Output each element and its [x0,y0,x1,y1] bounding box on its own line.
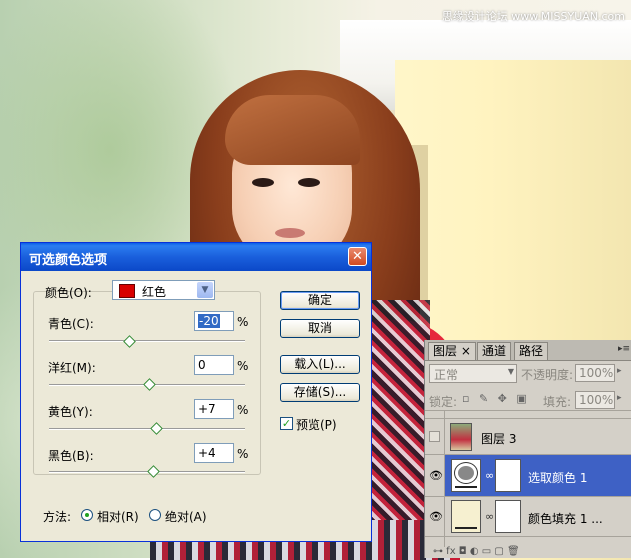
eye-icon[interactable]: 👁 [429,510,443,523]
cyan-label: 青色(C): [48,317,94,331]
magenta-field[interactable]: 0 [194,355,234,375]
close-icon[interactable]: ✕ [348,247,367,266]
layer-row-selected[interactable]: 👁 ∞ 选取颜色 1 [425,454,631,496]
black-label: 黑色(B): [48,449,94,463]
selective-color-icon [455,463,477,483]
eye-icon[interactable]: 👁 [429,469,443,482]
dialog-title: 可选颜色选项 [29,253,108,268]
layer-name: 图层 3 [481,432,517,446]
selective-color-dialog: 可选颜色选项 ✕ 颜色(O): 红色 ▼ 青色(C): -20 % 洋红(M):… [20,242,372,542]
black-percent: % [237,447,249,461]
yellow-value: +7 [198,402,216,416]
layer-visibility[interactable]: 👁 [425,455,445,496]
tab-channels[interactable]: 通道 [477,342,512,360]
chevron-down-icon: ▼ [197,282,213,298]
black-value: +4 [198,446,216,460]
tab-close-icon[interactable]: × [461,344,471,358]
cyan-field[interactable]: -20 [194,311,234,331]
yellow-slider-track[interactable] [49,428,245,430]
panel-toolbar-icons[interactable]: ⊶ fx ◘ ◐ ▭ ▢ 🗑 [433,546,520,557]
fill-field[interactable]: 100% [575,391,615,409]
layer-visibility[interactable]: 👁 [425,497,445,536]
adjustment-thumbnail [451,459,481,492]
photo-eye-left [252,178,274,187]
thumbnail-bar [455,527,477,529]
opacity-field[interactable]: 100% [575,364,615,382]
layer-row[interactable]: 图层 3 [425,418,631,454]
photo-bangs [225,95,360,165]
method-absolute-label: 绝对(A) [165,510,207,524]
cyan-percent: % [237,315,249,329]
panel-tabs: 图层 × 通道 路径 ▸≡ [425,340,631,361]
photo-eye-right [298,178,320,187]
method-relative-radio[interactable] [81,509,93,521]
yellow-label: 黄色(Y): [48,405,93,419]
ok-button[interactable]: 确定 [280,291,360,310]
load-button[interactable]: 载入(L)... [280,355,360,374]
lock-icons[interactable]: ▫ ✎ ✥ ▣ [462,392,530,405]
layer-row[interactable]: 👁 ∞ 颜色填充 1 ... [425,496,631,536]
opacity-arrow-icon[interactable]: ▸ [617,366,622,376]
thumbnail-bar [455,486,477,488]
yellow-percent: % [237,403,249,417]
visibility-empty-icon[interactable] [429,431,440,442]
layer-mask-thumbnail[interactable] [495,459,521,492]
layer-name: 选取颜色 1 [528,471,588,485]
panel-menu-icon[interactable]: ▸≡ [618,344,630,354]
watermark: 思缘设计论坛 www.MISSYUAN.com [441,10,625,23]
cyan-slider-track[interactable] [49,340,245,342]
link-chain-icon[interactable]: ∞ [485,510,494,523]
method-relative-label: 相对(R) [97,510,139,524]
layer-thumbnail [450,423,472,451]
method-label: 方法: [43,510,72,524]
fill-label: 填充: [543,395,572,409]
layer-name: 颜色填充 1 ... [528,512,603,526]
magenta-percent: % [237,359,249,373]
tab-layers-label: 图层 [433,344,458,358]
preview-label: 预览(P) [296,418,337,432]
layer-visibility[interactable] [425,411,445,418]
tab-layers[interactable]: 图层 × [428,342,476,360]
blend-mode-select[interactable]: 正常 ▼ [429,364,517,383]
layers-panel: 图层 × 通道 路径 ▸≡ 正常 ▼ 不透明度: 100% ▸ 锁定: ▫ ✎ … [424,340,631,558]
method-absolute-radio[interactable] [149,509,161,521]
dialog-titlebar[interactable]: 可选颜色选项 ✕ [21,243,371,271]
magenta-value: 0 [198,358,206,372]
lock-label: 锁定: [429,395,458,409]
photo-lips [275,228,305,238]
magenta-label: 洋红(M): [48,361,96,375]
colors-label: 颜色(O): [45,286,92,300]
blend-mode-value: 正常 [434,368,459,382]
red-swatch-icon [119,284,135,298]
colors-select[interactable]: 红色 ▼ [112,280,215,300]
black-field[interactable]: +4 [194,443,234,463]
link-chain-icon[interactable]: ∞ [485,469,494,482]
cyan-value: -20 [198,314,220,328]
colors-select-value: 红色 [142,285,167,299]
fill-thumbnail [451,500,481,533]
preview-checkbox[interactable]: ✓ [280,417,293,430]
yellow-field[interactable]: +7 [194,399,234,419]
layer-row-partial[interactable] [425,410,631,418]
fill-arrow-icon[interactable]: ▸ [617,393,622,403]
layer-visibility[interactable] [425,419,445,454]
cancel-button[interactable]: 取消 [280,319,360,338]
layer-mask-thumbnail[interactable] [495,500,521,533]
opacity-label: 不透明度: [521,368,574,382]
chevron-down-icon: ▼ [507,367,514,376]
panel-bottom-toolbar: ⊶ fx ◘ ◐ ▭ ▢ 🗑 [425,546,631,558]
save-button[interactable]: 存储(S)... [280,383,360,402]
tab-paths[interactable]: 路径 [514,342,549,360]
